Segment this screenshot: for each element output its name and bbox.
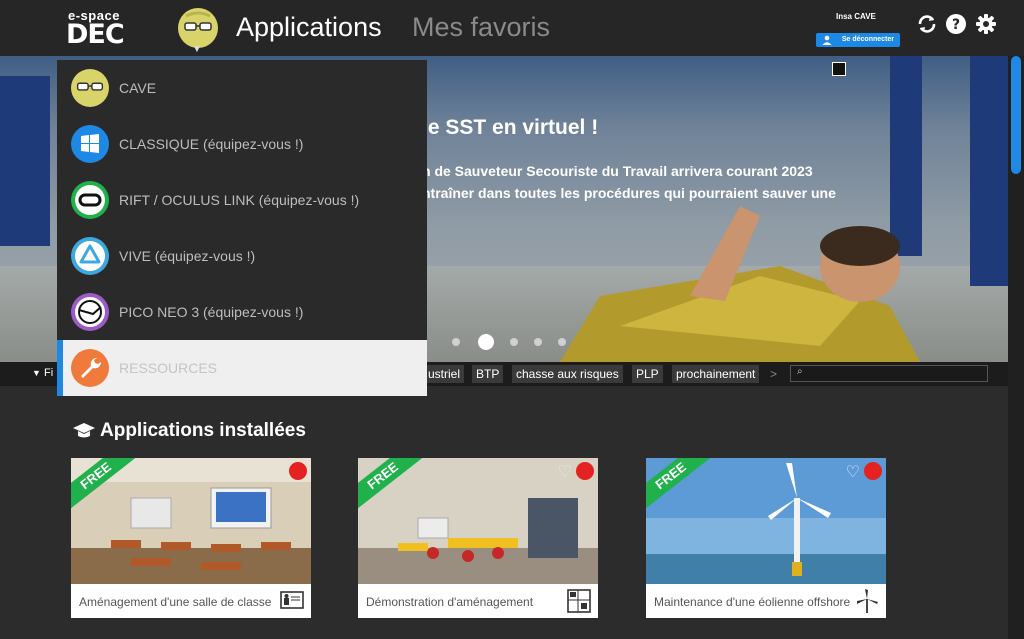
carousel-dot[interactable] — [558, 338, 566, 346]
classroom-board-icon — [280, 591, 304, 609]
app-card[interactable]: FREE Aménagement d'une salle de classe — [71, 458, 311, 618]
filter-tag[interactable]: chasse aux risques — [512, 365, 623, 383]
app-title: Démonstration d'aménagement — [366, 595, 534, 609]
dropdown-item-ressources[interactable]: RESSOURCES — [57, 340, 427, 396]
app-thumbnail: FREE — [71, 458, 311, 584]
filter-more-icon[interactable]: > — [766, 365, 781, 383]
app-thumbnail: FREE ♡ — [358, 458, 598, 584]
favorite-heart-icon[interactable]: ♡ — [558, 462, 572, 482]
dropdown-item-label: RIFT / OCULUS LINK (équipez-vous !) — [119, 192, 360, 208]
banner-text-line2: ntraîner dans toutes les procédures qui … — [422, 185, 836, 201]
search-input[interactable]: ⌕ — [790, 365, 988, 382]
app-card[interactable]: FREE ♡ Maintenance d'une éolienne offsho… — [646, 458, 886, 618]
dropdown-item-label: VIVE (équipez-vous !) — [119, 248, 256, 264]
search-icon: ⌕ — [797, 366, 803, 377]
banner-title: le SST en virtuel ! — [422, 116, 599, 139]
dropdown-item-classique[interactable]: CLASSIQUE (équipez-vous !) — [57, 116, 427, 172]
dropdown-item-vive[interactable]: VIVE (équipez-vous !) — [57, 228, 427, 284]
dropdown-item-pico[interactable]: PICO NEO 3 (équipez-vous !) — [57, 284, 427, 340]
carousel-dot[interactable] — [534, 338, 542, 346]
victim-illustration — [560, 206, 920, 362]
user-name: Insa CAVE — [836, 12, 876, 21]
dropdown-item-rift[interactable]: RIFT / OCULUS LINK (équipez-vous !) — [57, 172, 427, 228]
user-icon — [822, 35, 832, 45]
filter-label-text: Fi — [43, 367, 54, 379]
key-icon — [576, 462, 594, 480]
top-bar: e-space DEC ▼ Applications Mes favoris I… — [0, 0, 1024, 56]
floorplan-icon — [567, 589, 591, 613]
refresh-icon[interactable] — [916, 13, 938, 35]
fullscreen-icon[interactable] — [832, 62, 846, 76]
pico-icon — [71, 293, 109, 331]
app-card[interactable]: FREE ♡ Démonstration d'aménagement — [358, 458, 598, 618]
wind-turbine-icon — [857, 589, 878, 613]
wrench-icon — [71, 349, 109, 387]
filter-tag[interactable]: ustriel — [424, 365, 465, 383]
dropdown-item-cave[interactable]: CAVE — [57, 60, 427, 116]
carousel-dot[interactable] — [510, 338, 518, 346]
favorite-heart-icon[interactable]: ♡ — [846, 462, 860, 482]
cave-head-icon — [71, 69, 109, 107]
windows-icon — [71, 125, 109, 163]
app-title: Aménagement d'une salle de classe — [79, 595, 272, 609]
key-icon — [289, 462, 307, 480]
settings-icon[interactable] — [975, 13, 997, 35]
graduation-cap-icon — [73, 423, 95, 438]
banner-pillar — [970, 56, 1008, 286]
vive-icon — [71, 237, 109, 275]
filter-label[interactable]: ▼ Fi — [32, 367, 53, 379]
dropdown-item-label: PICO NEO 3 (équipez-vous !) — [119, 304, 304, 320]
section-title: Applications installées — [100, 420, 306, 441]
filter-tag[interactable]: BTP — [472, 365, 504, 383]
svg-text:?: ? — [952, 17, 960, 33]
banner-text: n de Sauveteur Secouriste du Travail arr… — [422, 160, 902, 204]
brand-logo[interactable]: e-space DEC — [66, 8, 136, 50]
key-icon — [864, 462, 882, 480]
dropdown-item-label: CAVE — [119, 80, 157, 96]
help-icon[interactable]: ? — [945, 13, 967, 35]
app-thumbnail: FREE ♡ — [646, 458, 886, 584]
logout-button[interactable]: Se déconnecter — [816, 33, 900, 47]
filter-tag[interactable]: prochainement — [672, 365, 760, 383]
oculus-icon — [71, 181, 109, 219]
filter-icon: ▼ — [32, 368, 41, 378]
carousel-dot-active[interactable] — [478, 334, 494, 350]
logout-label: Se déconnecter — [841, 36, 894, 43]
cave-head-icon[interactable] — [178, 8, 218, 48]
dropdown-item-label: CLASSIQUE (équipez-vous !) — [119, 136, 304, 152]
carousel-dot[interactable] — [452, 338, 460, 346]
filter-tag[interactable]: PLP — [632, 365, 663, 383]
banner-text-line1: n de Sauveteur Secouriste du Travail arr… — [422, 163, 727, 179]
platform-dropdown: CAVE CLASSIQUE (équipez-vous !) RIFT / O… — [57, 60, 427, 396]
banner-pillar — [0, 76, 50, 246]
banner-text-bold: courant 2023 — [726, 163, 813, 179]
chevron-down-icon[interactable]: ▼ — [192, 44, 202, 55]
tab-favorites[interactable]: Mes favoris — [412, 12, 550, 43]
brand-line2: DEC — [66, 19, 125, 50]
tab-applications[interactable]: Applications — [236, 12, 382, 43]
scrollbar[interactable] — [1008, 56, 1024, 639]
scrollbar-thumb[interactable] — [1011, 56, 1021, 174]
selected-indicator — [57, 340, 63, 396]
app-title: Maintenance d'une éolienne offshore — [654, 595, 851, 609]
dropdown-item-label: RESSOURCES — [119, 360, 218, 376]
